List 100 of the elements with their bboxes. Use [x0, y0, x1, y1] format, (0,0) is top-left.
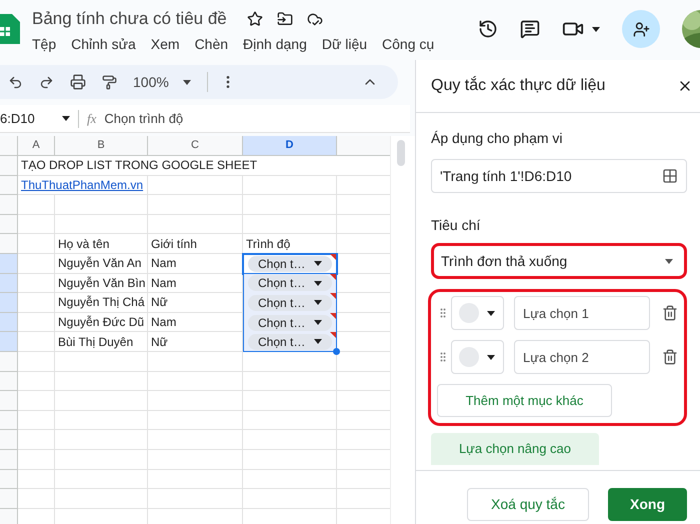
color-picker[interactable] [451, 296, 504, 330]
table-cell[interactable] [243, 214, 337, 234]
column-header[interactable] [337, 136, 390, 156]
table-cell[interactable] [243, 176, 337, 196]
table-cell[interactable] [55, 470, 148, 490]
table-cell[interactable] [18, 234, 55, 254]
table-cell[interactable] [148, 470, 243, 490]
delete-icon[interactable] [662, 348, 678, 366]
column-header[interactable]: C [148, 136, 243, 156]
table-cell[interactable] [148, 410, 243, 430]
row-header[interactable] [0, 293, 18, 313]
table-cell[interactable] [243, 430, 337, 450]
table-cell[interactable] [18, 410, 55, 430]
table-cell[interactable] [18, 274, 55, 294]
formula-field[interactable]: Chọn trình độ [104, 108, 184, 128]
table-cell[interactable] [243, 372, 337, 392]
row-header[interactable] [0, 332, 18, 352]
folder-icon[interactable] [276, 11, 293, 27]
comment-icon[interactable] [520, 19, 540, 39]
option-field[interactable]: Lựa chọn 2 [514, 340, 650, 374]
dropdown-chip[interactable]: Chọn t… [248, 256, 332, 272]
table-cell[interactable] [148, 214, 243, 234]
menu-item[interactable]: Chèn [194, 34, 228, 55]
delete-icon[interactable] [662, 304, 678, 322]
table-cell[interactable] [243, 470, 337, 490]
row-header[interactable] [0, 450, 18, 470]
table-cell[interactable] [243, 489, 337, 509]
dropdown-chip[interactable]: Chọn t… [248, 275, 332, 292]
row-header[interactable] [0, 156, 18, 176]
select-all-corner[interactable] [0, 136, 18, 156]
color-picker[interactable] [451, 340, 504, 374]
table-cell[interactable] [18, 470, 55, 490]
table-cell[interactable] [18, 195, 55, 215]
row-header[interactable] [0, 470, 18, 490]
table-cell[interactable] [18, 214, 55, 234]
sheets-logo-icon[interactable] [0, 14, 20, 44]
row-header[interactable] [0, 430, 18, 450]
table-cell[interactable] [18, 312, 55, 332]
table-cell[interactable] [148, 489, 243, 509]
table-cell[interactable] [18, 293, 55, 313]
add-item-button[interactable]: Thêm một mục khác [437, 384, 612, 417]
undo-icon[interactable] [8, 74, 23, 90]
table-cell[interactable] [243, 195, 337, 215]
table-cell[interactable] [243, 410, 337, 430]
fill-handle[interactable] [333, 348, 340, 355]
share-button[interactable] [622, 10, 660, 48]
range-field[interactable]: 'Trang tính 1'!D6:D10 [431, 159, 687, 193]
menu-item[interactable]: Dữ liệu [322, 34, 368, 55]
table-cell[interactable] [55, 489, 148, 509]
table-cell[interactable] [148, 352, 243, 372]
star-icon[interactable] [246, 11, 263, 27]
grid-icon[interactable] [662, 168, 678, 184]
table-cell[interactable] [18, 430, 55, 450]
table-cell[interactable] [55, 214, 148, 234]
print-icon[interactable] [70, 74, 86, 90]
table-cell[interactable] [243, 450, 337, 470]
table-cell[interactable] [148, 450, 243, 470]
dropdown-chip[interactable]: Chọn t… [248, 334, 332, 350]
table-cell[interactable] [148, 372, 243, 392]
column-header[interactable]: D [243, 136, 337, 156]
row-header[interactable] [0, 274, 18, 294]
row-header[interactable] [0, 195, 18, 215]
menu-item[interactable]: Công cụ [382, 34, 434, 55]
row-header[interactable] [0, 312, 18, 332]
link[interactable]: ThuThuatPhanMem.vn [21, 176, 144, 194]
cloud-icon[interactable] [306, 11, 323, 27]
done-button[interactable]: Xong [608, 488, 687, 521]
row-header[interactable] [0, 214, 18, 234]
row-header[interactable] [0, 372, 18, 392]
column-header[interactable]: B [55, 136, 148, 156]
document-title[interactable]: Bảng tính chưa có tiêu đề [32, 6, 227, 32]
table-cell[interactable] [18, 489, 55, 509]
table-cell[interactable] [148, 430, 243, 450]
table-cell[interactable] [148, 391, 243, 411]
table-cell[interactable] [243, 391, 337, 411]
table-cell[interactable] [18, 254, 55, 274]
advanced-options-button[interactable]: Lựa chọn nâng cao [431, 433, 599, 465]
table-cell[interactable] [18, 352, 55, 372]
row-header[interactable] [0, 254, 18, 274]
dropdown-chip[interactable]: Chọn t… [248, 314, 332, 331]
row-header[interactable] [0, 176, 18, 196]
dropdown-chip[interactable]: Chọn t… [248, 294, 332, 311]
menu-item[interactable]: Tệp [32, 34, 56, 55]
table-cell[interactable] [55, 372, 148, 392]
column-header[interactable]: A [18, 136, 55, 156]
table-cell[interactable] [55, 430, 148, 450]
row-header[interactable] [0, 234, 18, 254]
table-cell[interactable] [55, 450, 148, 470]
table-cell[interactable] [55, 410, 148, 430]
redo-icon[interactable] [39, 74, 54, 90]
table-cell[interactable] [18, 450, 55, 470]
table-cell[interactable] [148, 195, 243, 215]
menu-item[interactable]: Định dạng [243, 34, 307, 55]
table-cell[interactable] [18, 391, 55, 411]
row-header[interactable] [0, 508, 18, 524]
name-box[interactable]: 6:D10 [0, 108, 52, 128]
row-header[interactable] [0, 352, 18, 372]
history-icon[interactable] [478, 19, 498, 39]
paint-format-icon[interactable] [102, 74, 117, 90]
row-header[interactable] [0, 489, 18, 509]
